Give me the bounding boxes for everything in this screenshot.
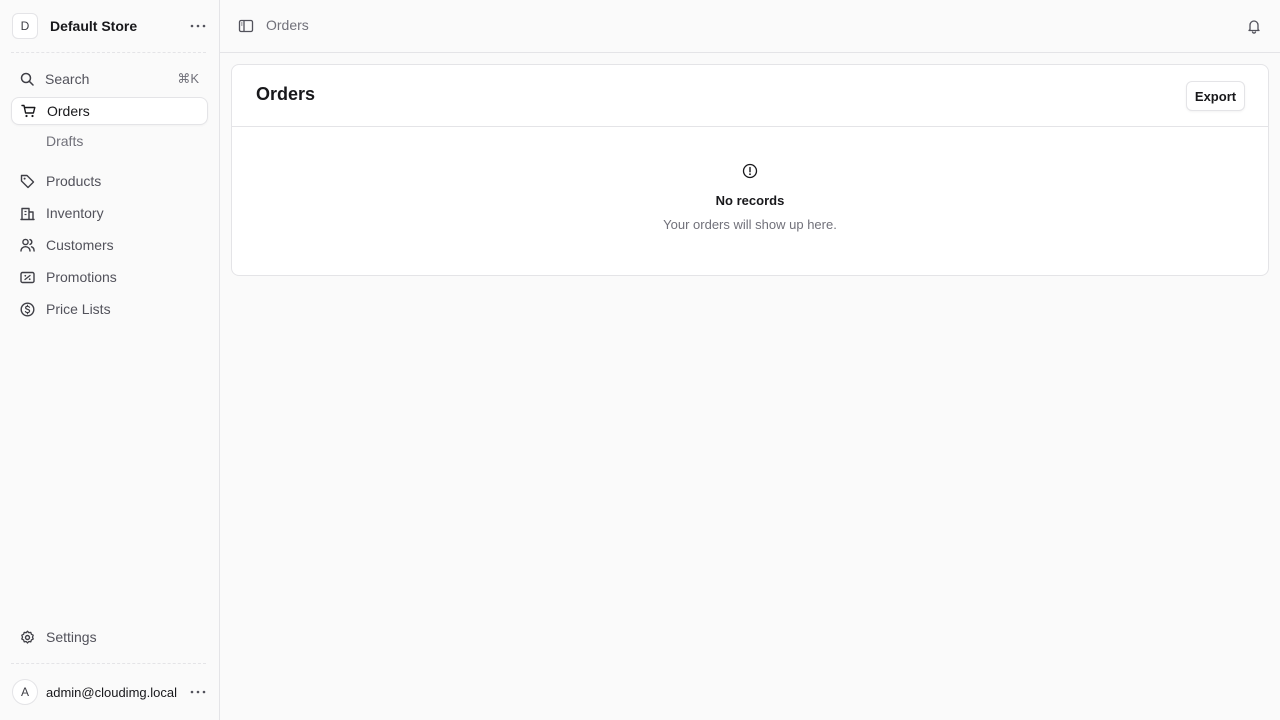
more-horizontal-icon[interactable]: [188, 682, 208, 702]
search-shortcut: ⌘K: [177, 71, 199, 86]
user-avatar: A: [12, 679, 38, 705]
bell-icon[interactable]: [1246, 18, 1262, 34]
sidebar-item-label: Customers: [46, 237, 114, 253]
sidebar-item-label: Drafts: [46, 133, 84, 149]
more-horizontal-icon[interactable]: [188, 16, 208, 36]
users-icon: [19, 237, 35, 253]
sidebar-item-promotions[interactable]: Promotions: [11, 263, 208, 291]
breadcrumb[interactable]: Orders: [266, 17, 309, 33]
sidebar-item-price-lists[interactable]: Price Lists: [11, 295, 208, 323]
store-switcher[interactable]: D Default Store: [12, 13, 208, 39]
sidebar-divider: [11, 52, 206, 53]
sidebar-item-label: Settings: [46, 629, 97, 645]
sidebar-item-label: Search: [45, 71, 90, 87]
sidebar-divider: [11, 663, 206, 664]
sidebar-item-label: Promotions: [46, 269, 117, 285]
top-bar: Orders: [220, 0, 1280, 53]
empty-state-subtitle: Your orders will show up here.: [663, 217, 837, 232]
store-avatar: D: [12, 13, 38, 39]
sidebar-item-inventory[interactable]: Inventory: [11, 199, 208, 227]
export-button[interactable]: Export: [1186, 81, 1245, 111]
gear-icon: [19, 629, 35, 645]
sidebar-item-label: Inventory: [46, 205, 104, 221]
sidebar-item-label: Orders: [47, 103, 90, 119]
cart-icon: [20, 103, 36, 119]
sidebar-item-label: Products: [46, 173, 102, 189]
ticket-icon: [19, 269, 35, 285]
user-menu[interactable]: A admin@cloudimg.local: [12, 679, 208, 705]
sidebar-item-products[interactable]: Products: [11, 167, 208, 195]
orders-card: Orders Export No records Your orders wil…: [231, 64, 1269, 276]
tag-icon: [19, 173, 35, 189]
sidebar-item-settings[interactable]: Settings: [11, 623, 208, 651]
sidebar-toggle-icon[interactable]: [238, 18, 254, 34]
currency-icon: [19, 301, 35, 317]
store-name: Default Store: [50, 18, 138, 34]
sidebar-item-search[interactable]: Search ⌘K: [11, 65, 208, 93]
sidebar: D Default Store Search ⌘K Orders Drafts …: [0, 0, 220, 720]
sidebar-item-drafts[interactable]: Drafts: [11, 127, 208, 155]
sidebar-item-orders[interactable]: Orders: [11, 97, 208, 125]
empty-state-title: No records: [715, 193, 785, 208]
exclamation-circle-icon: [742, 163, 758, 179]
card-header: Orders Export: [232, 65, 1268, 127]
page-title: Orders: [256, 84, 316, 104]
building-icon: [19, 205, 35, 221]
user-email: admin@cloudimg.local: [46, 684, 177, 700]
sidebar-item-customers[interactable]: Customers: [11, 231, 208, 259]
sidebar-item-label: Price Lists: [46, 301, 111, 317]
search-icon: [19, 71, 35, 87]
